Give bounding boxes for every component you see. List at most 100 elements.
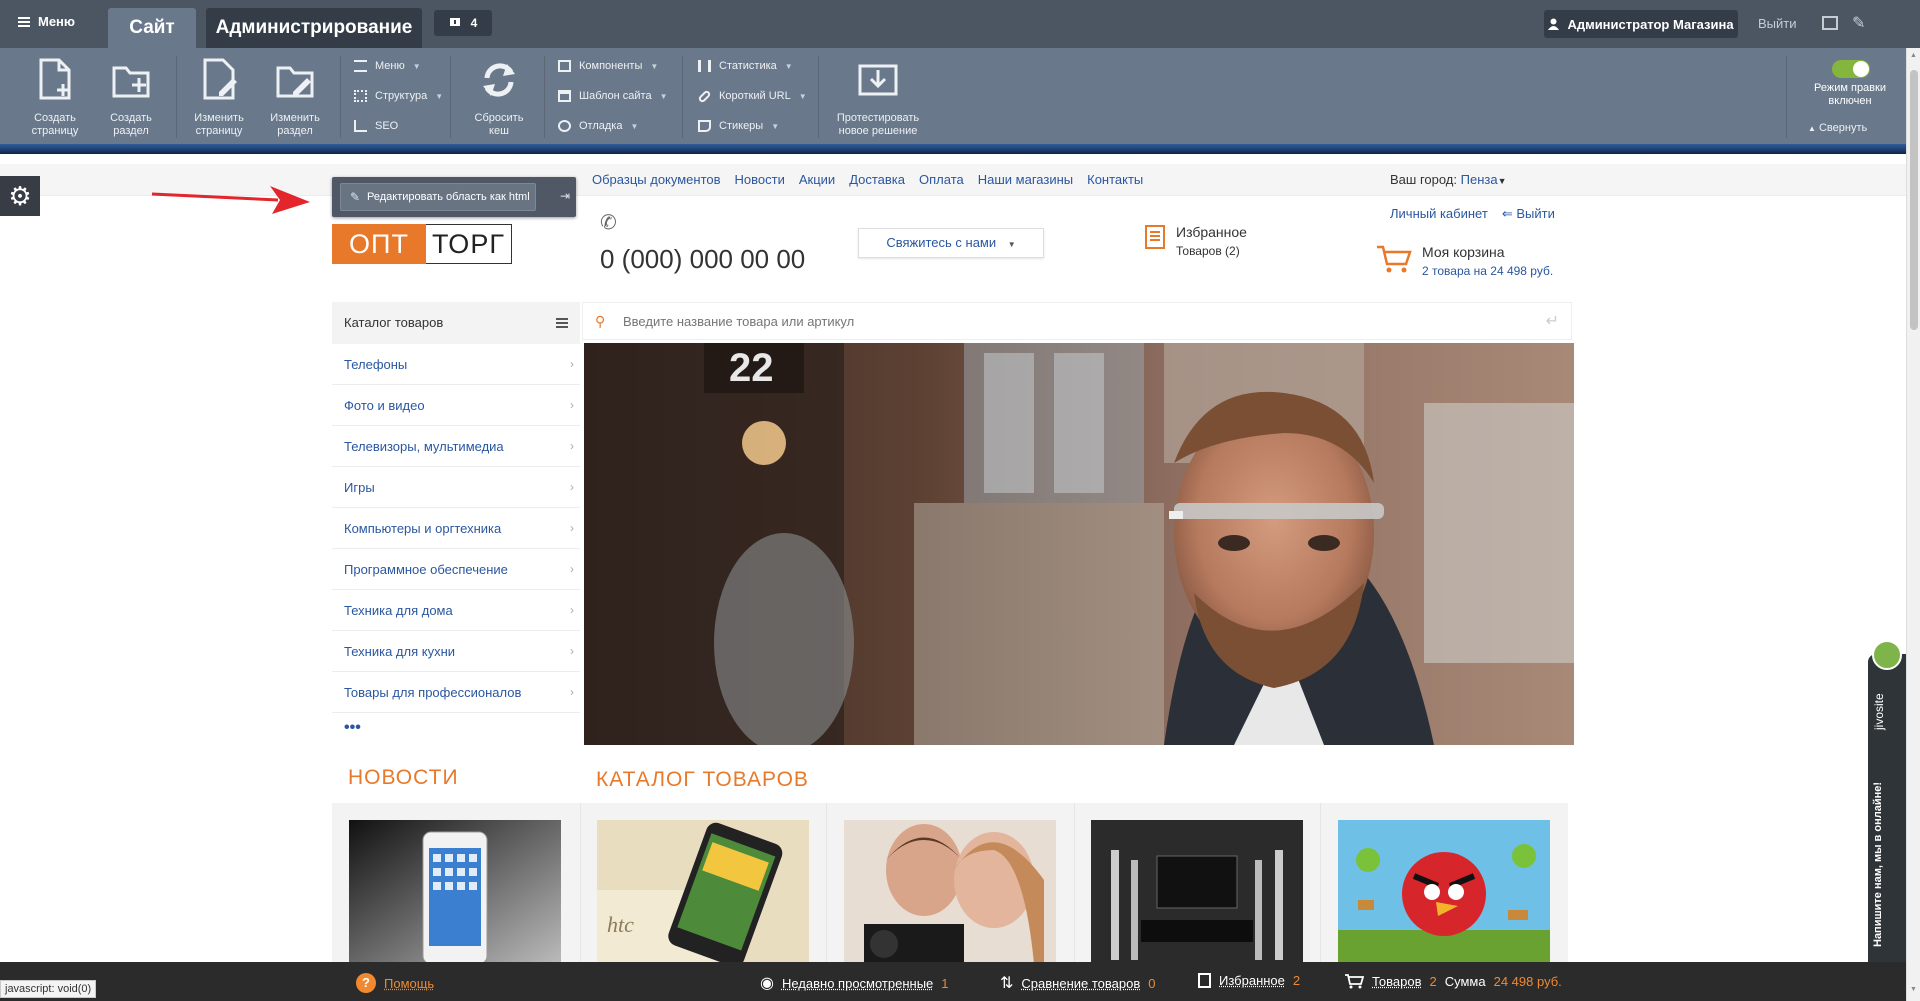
window-icon[interactable] [1822,16,1838,30]
pin-icon[interactable]: ✎ [1852,13,1865,33]
create-section-button[interactable]: Создать раздел [96,58,166,138]
toolbar-statistics-item[interactable]: Статистика ▼ [698,58,793,74]
eye-icon: ◉ [760,975,774,992]
toolbar-menu-item[interactable]: Меню ▼ [354,58,421,74]
top-navigation: Образцы документов Новости Акции Доставк… [592,172,1143,187]
catalog-section-title[interactable]: КАТАЛОГ ТОВАРОВ [596,768,809,792]
city-value[interactable]: Пенза [1461,172,1498,187]
seo-chart-icon [354,120,367,132]
toolbar-components-item[interactable]: Компоненты ▼ [558,58,658,74]
news-section-title[interactable]: НОВОСТИ [348,766,459,790]
catalog-item-software[interactable]: Программное обеспечение › [332,549,580,590]
toolbar-divider [1786,56,1787,138]
nav-delivery[interactable]: Доставка [849,172,905,187]
page-scrollbar[interactable]: ▲ ▼ [1906,48,1920,1001]
user-name: Администратор Магазина [1567,16,1734,32]
scrollbar-thumb[interactable] [1910,70,1918,330]
tab-administration[interactable]: Администрирование [206,8,422,48]
user-profile-button[interactable]: Администратор Магазина [1544,10,1738,38]
reset-cache-button[interactable]: Сбросить кеш [464,58,534,138]
product-item-angry-birds[interactable] [1338,820,1550,964]
product-item-tv[interactable] [1091,820,1303,964]
toolbar-stickers-item[interactable]: Стикеры ▼ [698,118,779,134]
collapse-label: Свернуть [1818,122,1868,134]
catalog-header[interactable]: Каталог товаров [332,302,580,344]
create-page-button[interactable]: Создать страницу [20,58,90,138]
admin-logout-link[interactable]: Выйти [1758,16,1797,31]
site-logo[interactable]: ОПТ ТОРГ [332,224,512,264]
personal-account-link[interactable]: Личный кабинет [1390,206,1488,222]
nav-promotions[interactable]: Акции [799,172,835,187]
catalog-item-label: Компьютеры и оргтехника [344,521,502,536]
enter-icon[interactable]: ↵ [1546,311,1559,331]
notifications-button[interactable]: 4 [434,10,492,36]
tab-site[interactable]: Сайт [108,8,196,48]
recently-viewed-link[interactable]: ◉ Недавно просмотренные 1 [760,973,949,993]
admin-menu-button[interactable]: Меню [18,14,75,29]
product-item-htc[interactable]: htc [597,820,809,964]
catalog-item-label: Телевизоры, мультимедиа [344,439,504,454]
header-cart[interactable]: Моя корзина 2 товара на 24 498 руб. [1376,244,1553,278]
catalog-item-computers[interactable]: Компьютеры и оргтехника › [332,508,580,549]
cart-summary[interactable]: 2 товара на 24 498 руб. [1422,264,1553,278]
catalog-item-photo-video[interactable]: Фото и видео › [332,385,580,426]
toolbar-seo-item[interactable]: SEO [354,118,398,134]
contact-us-button[interactable]: Свяжитесь с нами ▼ [858,228,1044,258]
caret-down-icon: ▼ [771,121,780,131]
edit-mode-label-2: включен [1828,95,1872,107]
catalog-item-label: Фото и видео [344,398,425,413]
catalog-item-tv[interactable]: Телевизоры, мультимедиа › [332,426,580,467]
header-phone: 0 (000) 000 00 00 [600,244,806,274]
toolbar-divider [544,56,545,138]
news-item-iphone[interactable] [349,820,561,964]
product-divider [1320,803,1321,963]
favorites-count: Товаров (2) [1176,244,1240,258]
toolbar-short-url-item[interactable]: Короткий URL ▼ [697,88,807,104]
list-icon [354,60,367,72]
caret-down-icon: ▼ [798,91,807,101]
main-banner[interactable]: 22 [584,343,1574,745]
scroll-down-icon[interactable]: ▼ [1910,986,1917,993]
edit-section-button[interactable]: Изменить раздел [260,58,330,138]
header-favorites[interactable]: Избранное Товаров (2) [1144,224,1247,258]
test-solution-button[interactable]: Протестировать новое решение [830,58,926,138]
catalog-more-button[interactable]: ••• [332,713,580,747]
product-item-camcorder[interactable] [844,820,1056,964]
nav-our-stores[interactable]: Наши магазины [978,172,1073,187]
catalog-item-professional[interactable]: Товары для профессионалов › [332,672,580,713]
catalog-item-games[interactable]: Игры › [332,467,580,508]
compare-link[interactable]: ⇅ Сравнение товаров 0 [1000,973,1155,993]
search-input[interactable] [623,311,1503,331]
catalog-item-kitchen[interactable]: Техника для кухни › [332,631,580,672]
city-selector[interactable]: Ваш город: Пенза▼ [1390,172,1507,187]
account-links: Личный кабинет ⇐ Выйти [1390,206,1555,222]
bottom-cart-link[interactable]: Товаров 2 Сумма 24 498 руб. [1344,973,1562,989]
nav-documents[interactable]: Образцы документов [592,172,721,187]
toolbar-site-template-item[interactable]: Шаблон сайта ▼ [558,88,668,104]
bottom-favorites-link[interactable]: Избранное 2 [1198,973,1300,988]
nav-contacts[interactable]: Контакты [1087,172,1143,187]
header-logout-link[interactable]: ⇐ Выйти [1502,206,1555,222]
create-section-label-1: Создать [110,112,152,124]
admin-toolbar: Создать страницу Создать раздел Изменить… [0,48,1906,144]
nav-news[interactable]: Новости [735,172,785,187]
nav-payment[interactable]: Оплата [919,172,964,187]
edit-page-button[interactable]: Изменить страницу [184,58,254,138]
edit-area-popup: ✎ Редактировать область как html ⇥ [332,177,576,217]
edit-as-html-button[interactable]: ✎ Редактировать область как html [340,183,536,211]
toolbar-debug-item[interactable]: Отладка ▼ [558,118,638,134]
catalog-item-phones[interactable]: Телефоны › [332,344,580,385]
phone-icon: ✆ [600,212,617,234]
settings-gear-button[interactable]: ⚙ [0,176,40,216]
toolbar-structure-item[interactable]: Структура ▼ [354,88,443,104]
catalog-menu-icon [556,318,568,328]
pin-popup-icon[interactable]: ⇥ [560,189,570,203]
help-link[interactable]: ? Помощь [356,973,434,993]
scroll-up-icon[interactable]: ▲ [1910,52,1917,59]
catalog-item-home[interactable]: Техника для дома › [332,590,580,631]
jivosite-chat-widget[interactable]: jivosite Напишите нам, мы в онлайне! [1868,640,1906,980]
gauge-icon [558,120,571,132]
edit-mode-toggle[interactable] [1832,60,1870,78]
collapse-toolbar-button[interactable]: ▲ Свернуть [1808,122,1867,134]
toolbar-structure-label: Структура [375,90,428,102]
